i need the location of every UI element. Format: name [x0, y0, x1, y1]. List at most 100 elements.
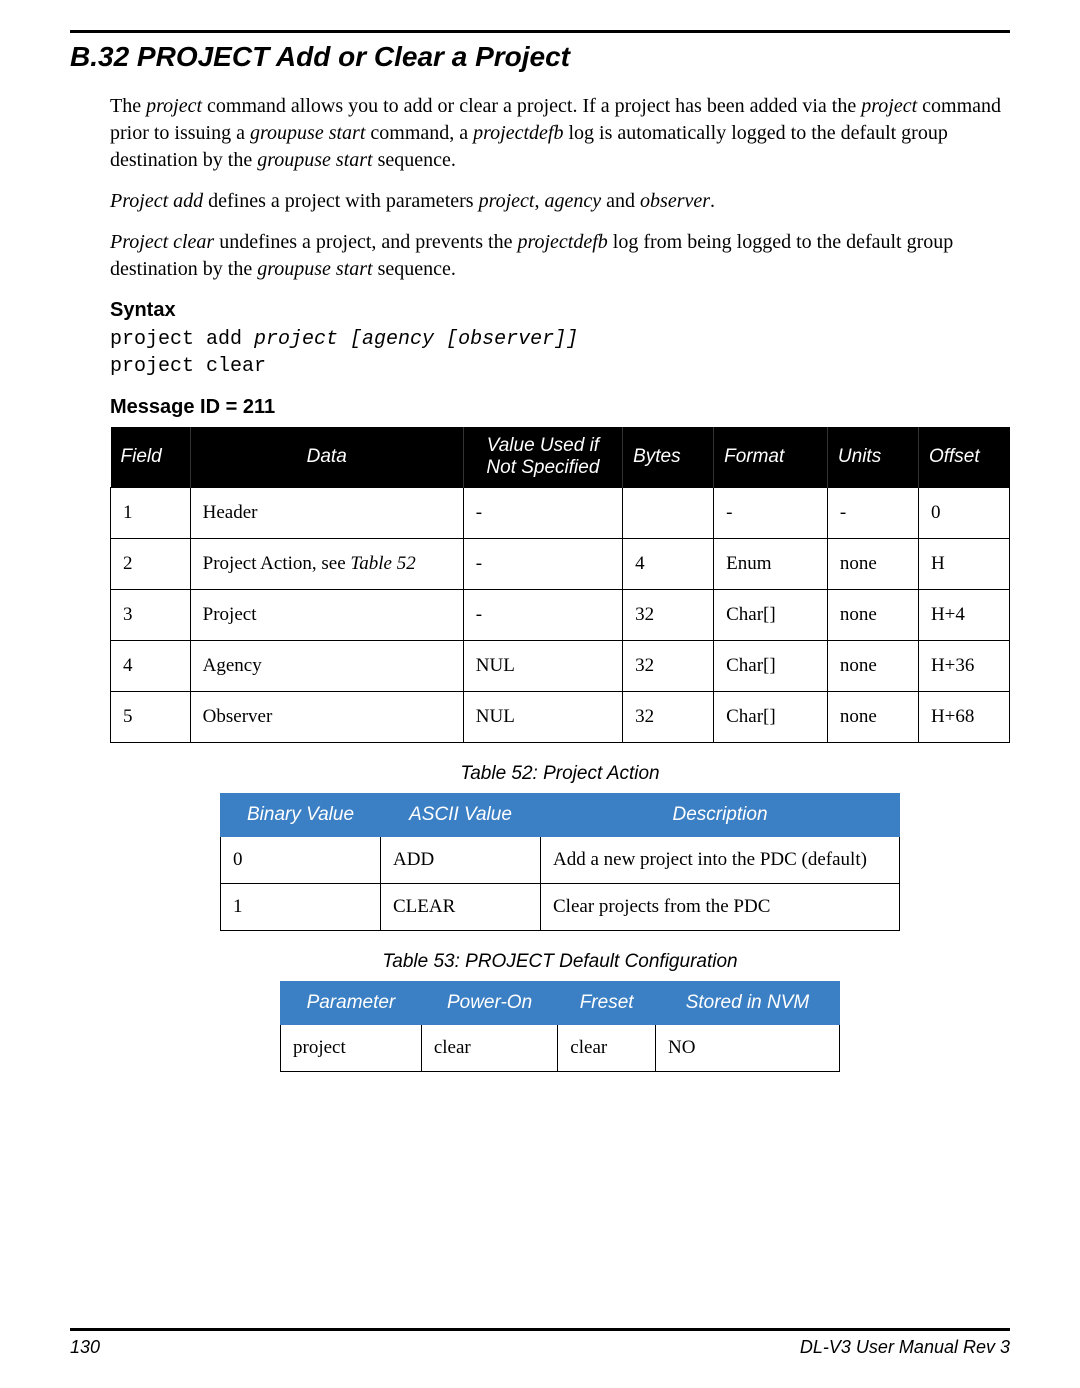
term-project: project — [146, 95, 202, 117]
footer-row: 130 DL-V3 User Manual Rev 3 — [70, 1337, 1010, 1358]
cell-offset: H — [918, 539, 1009, 590]
cell-field: 3 — [111, 590, 191, 641]
cell-param: project — [281, 1025, 422, 1072]
cell-format: Char[] — [714, 590, 828, 641]
cell-data-ital: Table 52 — [350, 553, 415, 574]
cell-format: Char[] — [714, 692, 828, 743]
footer-rule — [70, 1328, 1010, 1331]
page-number: 130 — [70, 1337, 100, 1358]
cell-bv: 1 — [221, 884, 381, 931]
text: sequence. — [373, 149, 456, 171]
text: command allows you to add or clear a pro… — [202, 95, 861, 117]
text: command, a — [365, 122, 473, 144]
cell-bytes: 32 — [623, 641, 714, 692]
code-text: project add — [110, 328, 254, 351]
paragraph-1: The project command allows you to add or… — [110, 93, 1010, 174]
section-title: B.32 PROJECT Add or Clear a Project — [70, 41, 1010, 73]
cell-value: - — [463, 488, 622, 539]
term-projectdefb: projectdefb — [517, 231, 607, 253]
text: . — [710, 190, 715, 212]
cell-data: Project — [190, 590, 463, 641]
top-rule — [70, 30, 1010, 33]
th-description: Description — [541, 794, 900, 837]
term-groupuse-start: groupuse start — [250, 122, 365, 144]
cell-units: none — [827, 641, 918, 692]
cell-value: - — [463, 590, 622, 641]
cell-data: Observer — [190, 692, 463, 743]
term-project: project — [861, 95, 917, 117]
th-field: Field — [111, 427, 191, 488]
cell-data-text: Project Action, see — [203, 553, 351, 574]
cell-av: ADD — [381, 837, 541, 884]
term-project-clear: Project clear — [110, 231, 214, 253]
cell-offset: 0 — [918, 488, 1009, 539]
th-ascii-value: ASCII Value — [381, 794, 541, 837]
cell-freset: clear — [558, 1025, 656, 1072]
cell-field: 5 — [111, 692, 191, 743]
th-freset: Freset — [558, 982, 656, 1025]
code-args: project [agency [observer]] — [254, 328, 578, 351]
table-header-row: Binary Value ASCII Value Description — [221, 794, 900, 837]
cell-field: 1 — [111, 488, 191, 539]
cell-units: - — [827, 488, 918, 539]
table-row: 4 Agency NUL 32 Char[] none H+36 — [111, 641, 1010, 692]
cell-value: NUL — [463, 692, 622, 743]
cell-nvm: NO — [655, 1025, 839, 1072]
cell-av: CLEAR — [381, 884, 541, 931]
cell-format: Enum — [714, 539, 828, 590]
syntax-line-2: project clear — [110, 353, 1010, 380]
table-row: 0 ADD Add a new project into the PDC (de… — [221, 837, 900, 884]
cell-format: - — [714, 488, 828, 539]
syntax-heading: Syntax — [110, 299, 1010, 322]
cell-value: - — [463, 539, 622, 590]
cell-data-text: Header — [203, 502, 258, 523]
cell-value: NUL — [463, 641, 622, 692]
th-value: Value Used if Not Specified — [463, 427, 622, 488]
term-projectdefb: projectdefb — [473, 122, 563, 144]
cell-data: Project Action, see Table 52 — [190, 539, 463, 590]
cell-bytes: 32 — [623, 692, 714, 743]
text: , — [535, 190, 545, 212]
th-binary-value: Binary Value — [221, 794, 381, 837]
cell-bytes: 32 — [623, 590, 714, 641]
th-data: Data — [190, 427, 463, 488]
text: The — [110, 95, 146, 117]
text: undefines a project, and prevents the — [214, 231, 517, 253]
cell-field: 2 — [111, 539, 191, 590]
th-format: Format — [714, 427, 828, 488]
cell-units: none — [827, 692, 918, 743]
term-project-add: Project add — [110, 190, 203, 212]
table-header-row: Parameter Power-On Freset Stored in NVM — [281, 982, 840, 1025]
cell-format: Char[] — [714, 641, 828, 692]
content-body: The project command allows you to add or… — [70, 93, 1010, 1072]
cell-offset: H+4 — [918, 590, 1009, 641]
project-action-table: Binary Value ASCII Value Description 0 A… — [220, 793, 900, 931]
term-groupuse-start: groupuse start — [257, 149, 372, 171]
syntax-line-1: project add project [agency [observer]] — [110, 326, 1010, 353]
text: and — [601, 190, 640, 212]
cell-data-text: Agency — [203, 655, 262, 676]
cell-data: Header — [190, 488, 463, 539]
table-row: 1 CLEAR Clear projects from the PDC — [221, 884, 900, 931]
cell-desc: Clear projects from the PDC — [541, 884, 900, 931]
term-observer: observer — [640, 190, 710, 212]
term-project: project — [479, 190, 535, 212]
page-footer: 130 DL-V3 User Manual Rev 3 — [70, 1328, 1010, 1358]
th-power-on: Power-On — [421, 982, 557, 1025]
term-agency: agency — [545, 190, 602, 212]
table53-caption: Table 53: PROJECT Default Configuration — [110, 951, 1010, 973]
table-row: 2 Project Action, see Table 52 - 4 Enum … — [111, 539, 1010, 590]
table-row: 1 Header - - - 0 — [111, 488, 1010, 539]
cell-data: Agency — [190, 641, 463, 692]
table-row: 3 Project - 32 Char[] none H+4 — [111, 590, 1010, 641]
paragraph-3: Project clear undefines a project, and p… — [110, 229, 1010, 283]
doc-revision: DL-V3 User Manual Rev 3 — [800, 1337, 1010, 1358]
cell-poweron: clear — [421, 1025, 557, 1072]
text: sequence. — [373, 258, 456, 280]
th-stored-nvm: Stored in NVM — [655, 982, 839, 1025]
th-bytes: Bytes — [623, 427, 714, 488]
table52-caption: Table 52: Project Action — [110, 763, 1010, 785]
table-header-row: Field Data Value Used if Not Specified B… — [111, 427, 1010, 488]
message-table: Field Data Value Used if Not Specified B… — [110, 427, 1010, 743]
cell-offset: H+68 — [918, 692, 1009, 743]
